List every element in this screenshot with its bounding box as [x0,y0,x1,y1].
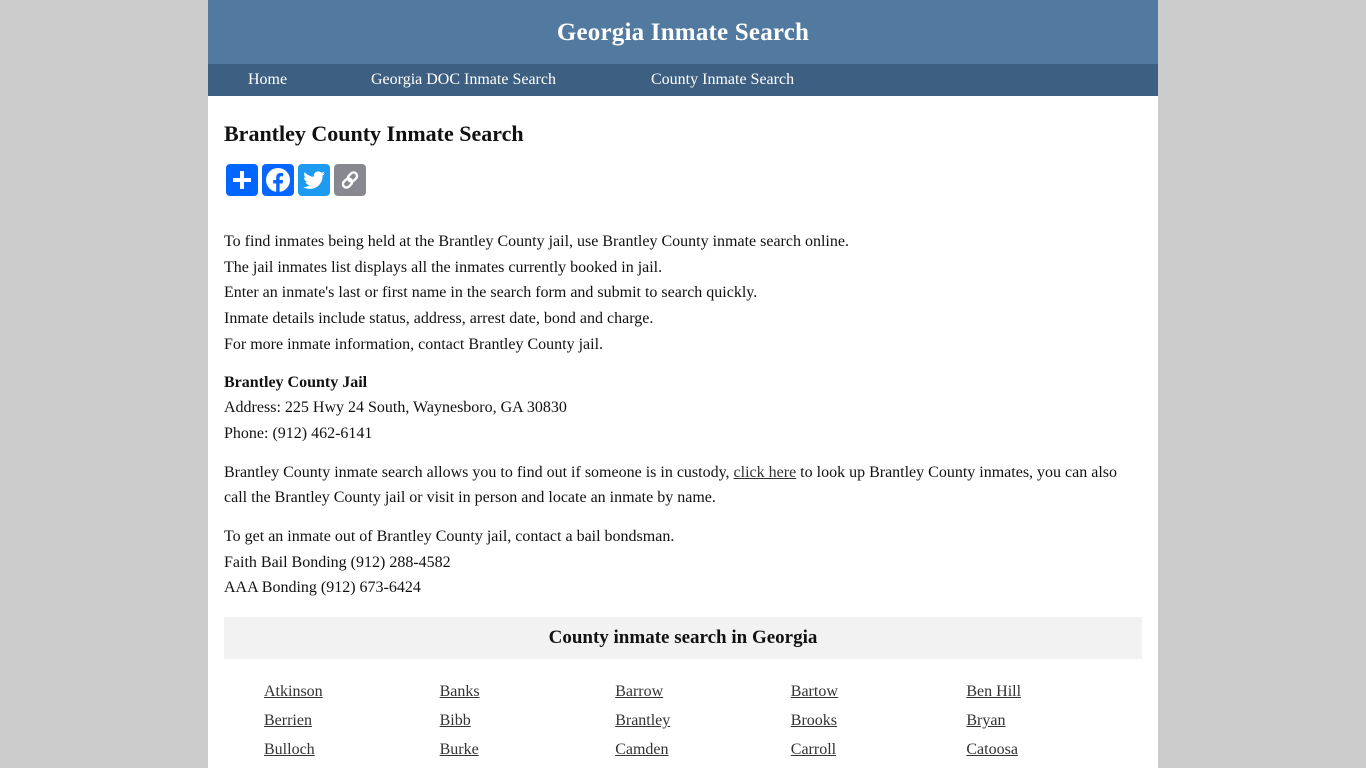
page-title: Brantley County Inmate Search [224,121,524,146]
share-button[interactable] [226,164,258,196]
intro-line: The jail inmates list displays all the i… [224,258,663,276]
jail-name: Brantley County Jail [224,373,368,391]
main-nav: Home Georgia DOC Inmate Search County In… [208,64,1158,96]
site-header: Georgia Inmate Search [208,0,1158,64]
custody-text-before: Brantley County inmate search allows you… [224,463,734,481]
intro-paragraph: To find inmates being held at the Brantl… [224,229,1142,358]
share-buttons [226,164,1142,196]
main-content: Brantley County Inmate Search To find in… [208,120,1158,764]
county-link-camden[interactable]: Camden [615,735,791,764]
bail-line: To get an inmate out of Brantley County … [224,528,675,546]
plus-share-icon [233,171,251,189]
bail-line: Faith Bail Bonding (912) 288-4582 [224,553,451,571]
copy-link-button[interactable] [334,164,366,196]
county-link-bibb[interactable]: Bibb [440,706,616,735]
county-link-bryan[interactable]: Bryan [966,706,1142,735]
county-link-brooks[interactable]: Brooks [791,706,967,735]
bail-info: To get an inmate out of Brantley County … [224,524,1142,601]
county-link-burke[interactable]: Burke [440,735,616,764]
intro-line: For more inmate information, contact Bra… [224,335,604,353]
jail-phone: Phone: (912) 462-6141 [224,424,373,442]
county-link-brantley[interactable]: Brantley [615,706,791,735]
nav-county-inmate-search[interactable]: County Inmate Search [651,71,794,89]
county-link-bartow[interactable]: Bartow [791,677,967,706]
counties-header: County inmate search in Georgia [224,617,1142,660]
jail-address: Address: 225 Hwy 24 South, Waynesboro, G… [224,399,567,417]
intro-line: Enter an inmate's last or first name in … [224,284,758,302]
county-link-bulloch[interactable]: Bulloch [264,735,440,764]
twitter-icon [303,171,325,189]
click-here-link[interactable]: click here [734,464,797,481]
bail-line: AAA Bonding (912) 673-6424 [224,579,421,597]
county-link-banks[interactable]: Banks [440,677,616,706]
custody-paragraph: Brantley County inmate search allows you… [224,460,1142,511]
intro-line: To find inmates being held at the Brantl… [224,233,849,250]
page: Georgia Inmate Search Home Georgia DOC I… [208,0,1158,768]
counties-title: County inmate search in Georgia [548,627,818,649]
twitter-share-button[interactable] [298,164,330,196]
facebook-icon [266,168,290,193]
nav-georgia-doc-inmate-search[interactable]: Georgia DOC Inmate Search [371,71,651,89]
county-link-atkinson[interactable]: Atkinson [264,677,440,706]
nav-home[interactable]: Home [248,71,371,89]
county-link-barrow[interactable]: Barrow [615,677,791,706]
site-title[interactable]: Georgia Inmate Search [557,19,809,47]
jail-info: Brantley County Jail Address: 225 Hwy 24… [224,370,1142,447]
copy-link-icon [341,171,359,189]
county-link-berrien[interactable]: Berrien [264,706,440,735]
county-link-ben-hill[interactable]: Ben Hill [966,677,1142,706]
county-link-catoosa[interactable]: Catoosa [966,735,1142,764]
county-list: Atkinson Banks Barrow Bartow Ben Hill Be… [264,677,1142,764]
intro-line: Inmate details include status, address, … [224,310,654,328]
facebook-share-button[interactable] [262,164,294,196]
county-link-carroll[interactable]: Carroll [791,735,967,764]
